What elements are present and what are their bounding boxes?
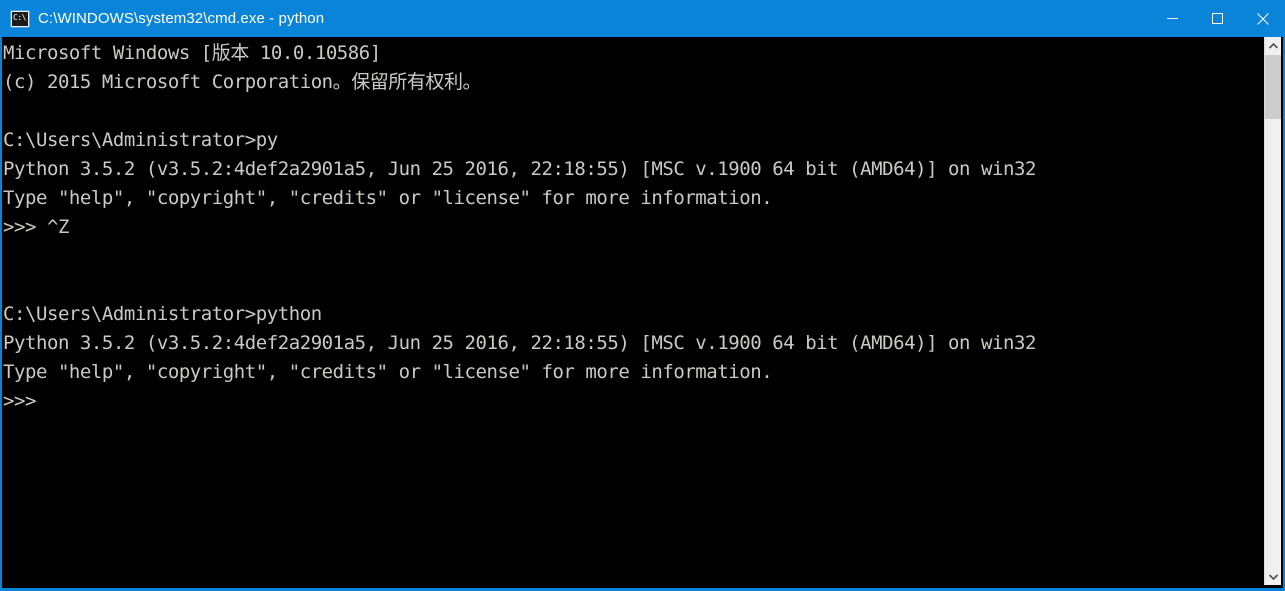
cmd-icon-glyph: C:\ [13,12,26,22]
cmd-console-icon: C:\ [11,10,29,27]
chevron-up-icon[interactable] [1265,37,1281,54]
maximize-button[interactable] [1195,0,1240,37]
title-bar[interactable]: C:\ C:\WINDOWS\system32\cmd.exe - python [2,0,1283,37]
console-output-area[interactable]: Microsoft Windows [版本 10.0.10586] (c) 20… [2,37,1264,588]
chevron-down-icon[interactable] [1265,568,1281,585]
window-controls [1150,0,1283,37]
close-button[interactable] [1240,0,1283,37]
cmd-window: C:\ C:\WINDOWS\system32\cmd.exe - python [0,0,1285,591]
scrollbar-thumb[interactable] [1265,55,1281,119]
vertical-scrollbar[interactable] [1264,37,1281,585]
window-title: C:\WINDOWS\system32\cmd.exe - python [38,10,325,27]
scrollbar-track[interactable] [1265,54,1281,568]
console-text: Microsoft Windows [版本 10.0.10586] (c) 20… [3,42,1036,412]
minimize-button[interactable] [1150,0,1195,37]
